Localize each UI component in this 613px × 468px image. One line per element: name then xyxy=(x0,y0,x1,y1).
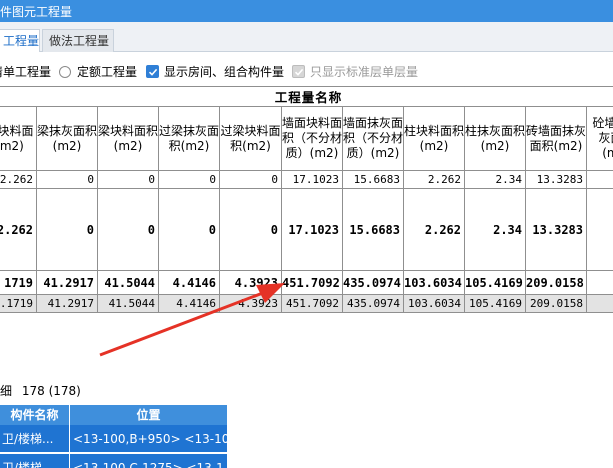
table-cell[interactable]: 2.1719 xyxy=(0,294,37,313)
table-cell[interactable]: 2.262 xyxy=(0,188,37,271)
options-bar: 清单工程量 定额工程量 显示房间、组合构件量 只显示标准层单层量 xyxy=(0,52,613,86)
column-header[interactable]: 柱抹灰面积(m2) xyxy=(464,106,526,171)
column-header[interactable]: 墙面块料面积(m2) xyxy=(0,106,37,171)
table-cell[interactable]: 41.5044 xyxy=(97,270,159,295)
table-cell[interactable]: 103.6034 xyxy=(403,270,465,295)
window-title: 件图元工程量 xyxy=(0,5,73,19)
detail-row-name[interactable]: 卫/楼梯... xyxy=(0,454,70,468)
option-dinge-label: 定额工程量 xyxy=(77,65,138,79)
detail-header-position[interactable]: 位置 xyxy=(70,405,228,425)
detail-table: 构件名称 位置 卫/楼梯... <13-100,B+950> <13-10...… xyxy=(0,405,228,468)
table-cell[interactable] xyxy=(585,170,613,189)
radio-icon[interactable] xyxy=(59,65,71,78)
table-cell[interactable]: 41.2917 xyxy=(36,270,98,295)
table-cell[interactable]: 0 xyxy=(219,170,282,189)
table-cell[interactable]: 435.0974 xyxy=(342,294,404,313)
detail-label: 细 xyxy=(0,384,13,398)
table-cell[interactable]: 451.7092 xyxy=(281,294,343,313)
table-cell[interactable]: 17.1023 xyxy=(281,170,343,189)
option-dinge[interactable]: 定额工程量 xyxy=(59,63,137,80)
column-header[interactable]: 柱块料面积(m2) xyxy=(403,106,465,171)
table-cell[interactable] xyxy=(585,188,613,271)
tab-bar: 工程量 做法工程量 xyxy=(0,22,613,52)
detail-row-position[interactable]: <13-100,B+950> <13-10... xyxy=(70,425,228,453)
table-row[interactable]: 1719 41.2917 41.5044 4.4146 4.3923 451.7092 43… xyxy=(0,270,613,295)
table-cell[interactable]: 13.3283 xyxy=(525,188,587,271)
table-cell[interactable]: 13.3283 xyxy=(525,170,587,189)
table-cell[interactable]: 209.0158 xyxy=(525,270,587,295)
table-row[interactable]: 2.262 0 0 0 0 17.1023 15.6683 2.262 2.34 13.3283 xyxy=(0,188,613,271)
table-cell[interactable]: 79 xyxy=(585,294,613,313)
table-cell[interactable]: 15.6683 xyxy=(342,188,404,271)
table-cell[interactable]: 0 xyxy=(97,188,159,271)
table-cell[interactable]: 2.262 xyxy=(403,188,465,271)
option-show-std-floor-label: 只显示标准层单层量 xyxy=(310,65,419,79)
table-cell[interactable]: 17.1023 xyxy=(281,188,343,271)
table-row[interactable]: 2.262 0 0 0 0 17.1023 15.6683 2.262 2.34 13.3283 xyxy=(0,170,613,189)
table-cell[interactable]: 0 xyxy=(219,188,282,271)
column-header[interactable]: 梁块料面积(m2) xyxy=(97,106,159,171)
column-header[interactable]: 砖墙面抹灰面积(m2) xyxy=(525,106,587,171)
table-cell[interactable]: 41.5044 xyxy=(97,294,159,313)
table-row[interactable]: 2.171941.291741.50444.41464.3923451.7092… xyxy=(0,294,613,313)
table-cell[interactable]: 2.34 xyxy=(464,188,526,271)
column-header[interactable]: 墙面抹灰面积（不分材质）(m2) xyxy=(342,106,404,171)
option-qingdan-label: 清单工程量 xyxy=(0,65,52,79)
table-cell[interactable]: 451.7092 xyxy=(281,270,343,295)
table-cell[interactable]: 105.4169 xyxy=(464,270,526,295)
detail-summary: 细 178 (178) xyxy=(0,382,81,399)
group-header: 工程量名称 xyxy=(0,86,613,107)
quantity-table: 工程量名称 墙面块料面积(m2)梁抹灰面积(m2)梁块料面积(m2)过梁抹灰面积… xyxy=(0,86,613,313)
column-header[interactable]: 砼墙面抹灰面积(m2) xyxy=(585,106,613,171)
table-cell[interactable]: 435.0974 xyxy=(342,270,404,295)
detail-row-name[interactable]: 卫/楼梯... xyxy=(0,425,70,453)
column-header[interactable]: 梁抹灰面积(m2) xyxy=(36,106,98,171)
table-cell[interactable]: 0 xyxy=(36,170,98,189)
table-cell[interactable]: 0 xyxy=(158,170,220,189)
table-cell[interactable]: 1719 xyxy=(0,270,37,295)
checkbox-disabled-icon xyxy=(292,65,305,78)
table-cell[interactable]: 2.262 xyxy=(403,170,465,189)
detail-row-position[interactable]: <13-100,C-1275> <13-1... xyxy=(70,454,228,468)
table-cell[interactable]: 41.2917 xyxy=(36,294,98,313)
table-cell[interactable]: 0 xyxy=(158,188,220,271)
table-cell[interactable]: 0 xyxy=(36,188,98,271)
detail-header-name[interactable]: 构件名称 xyxy=(0,405,70,425)
option-show-rooms-label: 显示房间、组合构件量 xyxy=(164,65,285,79)
tab-method-quantity[interactable]: 做法工程量 xyxy=(42,29,114,52)
column-header[interactable]: 墙面块料面积（不分材质）(m2) xyxy=(281,106,343,171)
table-cell[interactable]: 103.6034 xyxy=(403,294,465,313)
title-bar: 件图元工程量 xyxy=(0,0,613,22)
column-header[interactable]: 过梁块料面积(m2) xyxy=(219,106,282,171)
option-show-std-floor: 只显示标准层单层量 xyxy=(292,63,418,80)
table-cell[interactable]: 4.3923 xyxy=(219,270,282,295)
table-cell[interactable]: 4.4146 xyxy=(158,294,220,313)
table-cell[interactable]: 79 xyxy=(585,270,613,295)
table-cell[interactable]: 15.6683 xyxy=(342,170,404,189)
table-cell[interactable]: 0 xyxy=(97,170,159,189)
detail-count: 178 (178) xyxy=(21,384,81,398)
option-qingdan[interactable]: 清单工程量 xyxy=(0,63,51,80)
table-cell[interactable]: 2.34 xyxy=(464,170,526,189)
table-cell[interactable]: 4.4146 xyxy=(158,270,220,295)
table-cell[interactable]: 105.4169 xyxy=(464,294,526,313)
quantity-grid[interactable]: 工程量名称 墙面块料面积(m2)梁抹灰面积(m2)梁块料面积(m2)过梁抹灰面积… xyxy=(0,86,613,376)
column-header[interactable]: 过梁抹灰面积(m2) xyxy=(158,106,220,171)
table-cell[interactable]: 4.3923 xyxy=(219,294,282,313)
tab-quantity[interactable]: 工程量 xyxy=(0,29,40,52)
checkbox-checked-icon[interactable] xyxy=(146,65,159,78)
option-show-rooms[interactable]: 显示房间、组合构件量 xyxy=(146,63,284,80)
table-cell[interactable]: 2.262 xyxy=(0,170,37,189)
table-cell[interactable]: 209.0158 xyxy=(525,294,587,313)
